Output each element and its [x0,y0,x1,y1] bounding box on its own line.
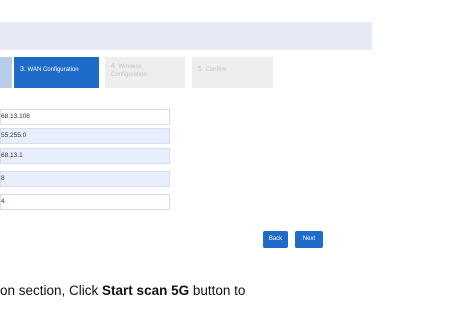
next-button[interactable]: Next [295,231,323,248]
step-3-label: WAN Configuration [27,67,79,73]
gateway-field[interactable]: 68.13.1 [0,148,170,164]
caption-text-2: button to [189,283,246,298]
step-5-confirm[interactable]: 5. Confirm [192,57,273,88]
instruction-caption: on section, Click Start scan 5G button t… [0,283,245,298]
ip-address-field[interactable]: 68.13.108 [0,109,170,125]
step-3-number: 3. [20,66,26,73]
secondary-dns-value: 4 [1,198,5,205]
ip-address-value: 68.13.108 [1,113,30,120]
step-4-label-line2: Configuration [111,72,147,79]
step-4-wireless-configuration[interactable]: 4. Wireless Configuration [105,57,185,88]
gateway-value: 68.13.1 [1,152,23,159]
caption-text-1: on section, Click [0,283,103,298]
subnet-mask-field[interactable]: 55.255.0 [0,128,170,144]
step-2-done [0,57,12,88]
primary-dns-field[interactable]: 8 [0,171,170,187]
step-4-number: 4. [111,63,117,70]
step-3-wan-configuration[interactable]: 3. WAN Configuration [14,57,99,88]
step-5-number: 5. [198,66,204,73]
primary-dns-value: 8 [1,175,5,182]
header-bar [0,22,372,50]
back-button[interactable]: Back [263,231,288,248]
step-4-label-line1: Wireless [118,64,142,70]
step-5-label: Confirm [205,67,227,73]
subnet-mask-value: 55.255.0 [1,132,27,139]
secondary-dns-field[interactable]: 4 [0,194,170,210]
caption-bold-text: Start scan 5G [102,283,190,298]
